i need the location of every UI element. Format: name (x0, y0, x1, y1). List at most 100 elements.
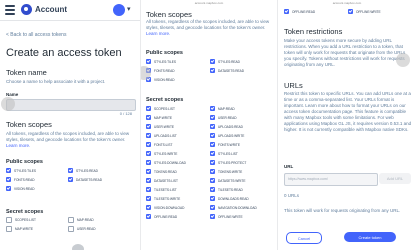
scope-checkbox[interactable]: VISION:READ (146, 77, 175, 82)
mapbox-logo-icon[interactable] (21, 4, 32, 15)
checkbox-checked-icon[interactable] (210, 124, 215, 129)
checkbox-unchecked-icon[interactable] (68, 226, 74, 232)
scope-checkbox[interactable]: TILESETS:LIST (146, 187, 177, 192)
scope-label: USER:READ (77, 227, 96, 231)
checkbox-checked-icon[interactable] (210, 205, 215, 210)
scope-checkbox[interactable]: VISION:READ (6, 186, 35, 191)
checkbox-checked-icon[interactable] (210, 106, 215, 111)
cancel-button[interactable]: Cancel (286, 232, 322, 244)
scope-checkbox[interactable]: FONTS:LIST (146, 142, 172, 147)
checkbox-unchecked-icon[interactable] (68, 217, 74, 223)
scope-checkbox[interactable]: TOKENS:WRITE (210, 169, 242, 174)
menu-icon[interactable] (5, 5, 15, 15)
learn-more-link-2[interactable]: Learn more. (146, 31, 170, 36)
add-url-button[interactable]: Add URL (379, 173, 411, 184)
checkbox-checked-icon[interactable] (210, 115, 215, 120)
checkbox-checked-icon[interactable] (146, 187, 151, 192)
scope-checkbox[interactable]: TILESETS:WRITE (146, 196, 180, 201)
checkbox-checked-icon[interactable] (146, 124, 151, 129)
scope-checkbox[interactable]: FONTS:READ (6, 177, 35, 182)
scope-checkbox[interactable]: MAP:READ (210, 106, 235, 111)
public-scopes-heading-2: Public scopes (146, 50, 183, 56)
scope-checkbox[interactable]: TILESETS:READ (210, 187, 243, 192)
checkbox-checked-icon[interactable] (210, 160, 215, 165)
scope-checkbox[interactable]: STYLES:TILES (6, 168, 36, 173)
touch-indicator-3 (396, 53, 410, 67)
back-to-tokens-link[interactable]: < Back to all access tokens (6, 32, 66, 38)
checkbox-unchecked-icon[interactable] (6, 217, 12, 223)
checkbox-checked-icon[interactable] (210, 196, 215, 201)
checkbox-checked-icon[interactable] (6, 168, 11, 173)
scope-checkbox[interactable]: OFFLINE:WRITE (210, 214, 243, 219)
scope-checkbox[interactable]: DOWNLOADS:READ (210, 196, 249, 201)
checkbox-checked-icon[interactable] (146, 106, 151, 111)
checkbox-checked-icon[interactable] (284, 9, 289, 14)
checkbox-checked-icon[interactable] (146, 214, 151, 219)
scope-checkbox[interactable]: FONTS:WRITE (210, 142, 240, 147)
scope-checkbox[interactable]: DATASETS:LIST (146, 178, 178, 183)
url-input[interactable]: https://www.mapbox.com/ (284, 173, 378, 186)
checkbox-checked-icon[interactable] (210, 169, 215, 174)
checkbox-checked-icon[interactable] (210, 214, 215, 219)
scope-checkbox[interactable]: STYLES:TILES (146, 59, 176, 64)
scope-checkbox[interactable]: USER:READ (210, 115, 237, 120)
scope-checkbox[interactable]: STYLES:PROTECT (210, 160, 246, 165)
learn-more-link[interactable]: Learn more. (6, 143, 30, 148)
checkbox-checked-icon[interactable] (210, 142, 215, 147)
scope-checkbox[interactable]: UPLOADS:WRITE (210, 133, 244, 138)
scope-checkbox[interactable]: TOKENS:READ (146, 169, 177, 174)
checkbox-checked-icon[interactable] (210, 151, 215, 156)
token-scopes-heading: Token scopes (6, 120, 52, 129)
checkbox-checked-icon[interactable] (6, 177, 11, 182)
scope-checkbox[interactable]: DATASETS:READ (210, 68, 244, 73)
scope-checkbox[interactable]: SCOPES:LIST (6, 217, 36, 223)
token-name-input[interactable] (6, 99, 136, 111)
scope-checkbox[interactable]: UPLOADS:LIST (146, 133, 177, 138)
checkbox-checked-icon[interactable] (210, 178, 215, 183)
scope-checkbox[interactable]: STYLES:WRITE (146, 151, 177, 156)
chevron-down-icon[interactable]: ▾ (127, 5, 131, 13)
checkbox-checked-icon[interactable] (210, 133, 215, 138)
scope-checkbox[interactable]: DATASETS:READ (68, 177, 102, 182)
scope-checkbox[interactable]: OFFLINE:WRITE (348, 9, 381, 14)
scope-checkbox[interactable]: SCOPES:LIST (146, 106, 175, 111)
checkbox-checked-icon[interactable] (146, 205, 151, 210)
scope-checkbox[interactable]: DATASETS:WRITE (210, 178, 246, 183)
top-navbar: Account ▾ (0, 0, 140, 21)
scope-label: MAP:READ (218, 106, 235, 111)
scope-checkbox[interactable]: VISION:DOWNLOAD (146, 205, 184, 210)
checkbox-checked-icon[interactable] (68, 177, 73, 182)
scope-checkbox[interactable]: OFFLINE:READ (284, 9, 315, 14)
checkbox-checked-icon[interactable] (348, 9, 353, 14)
checkbox-checked-icon[interactable] (146, 169, 151, 174)
checkbox-checked-icon[interactable] (146, 115, 151, 120)
checkbox-checked-icon[interactable] (210, 187, 215, 192)
checkbox-unchecked-icon[interactable] (6, 226, 12, 232)
scope-checkbox[interactable]: USER:WRITE (146, 124, 174, 129)
checkbox-checked-icon[interactable] (68, 168, 73, 173)
checkbox-checked-icon[interactable] (146, 160, 151, 165)
checkbox-checked-icon[interactable] (210, 59, 215, 64)
scope-checkbox[interactable]: MAP:READ (68, 217, 94, 223)
scope-checkbox[interactable]: STYLES:READ (68, 168, 98, 173)
checkbox-checked-icon[interactable] (146, 142, 151, 147)
scope-checkbox[interactable]: STYLES:DOWNLOAD (146, 160, 186, 165)
create-token-button[interactable]: Create token (344, 232, 396, 242)
account-avatar-icon[interactable] (113, 4, 125, 16)
checkbox-checked-icon[interactable] (146, 196, 151, 201)
checkbox-checked-icon[interactable] (6, 186, 11, 191)
checkbox-checked-icon[interactable] (146, 178, 151, 183)
checkbox-checked-icon[interactable] (146, 133, 151, 138)
scope-checkbox[interactable]: NAVIGATION:DOWNLOAD (210, 205, 257, 210)
scope-checkbox[interactable]: OFFLINE:READ (146, 214, 177, 219)
checkbox-checked-icon[interactable] (146, 59, 151, 64)
scope-checkbox[interactable]: USER:READ (68, 226, 96, 232)
scope-checkbox[interactable]: UPLOADS:READ (210, 124, 243, 129)
scope-checkbox[interactable]: STYLES:LIST (210, 151, 238, 156)
scope-checkbox[interactable]: MAP:WRITE (6, 226, 33, 232)
scope-checkbox[interactable]: MAP:WRITE (146, 115, 172, 120)
checkbox-checked-icon[interactable] (146, 151, 151, 156)
checkbox-checked-icon[interactable] (210, 68, 215, 73)
scope-checkbox[interactable]: STYLES:READ (210, 59, 240, 64)
scope-label: OFFLINE:WRITE (218, 214, 243, 219)
